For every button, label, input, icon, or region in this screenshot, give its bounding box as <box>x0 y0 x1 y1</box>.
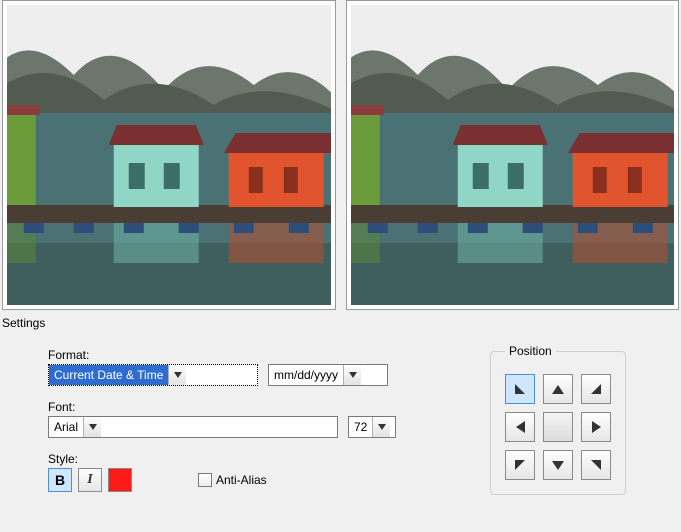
position-bottom-left[interactable] <box>505 450 535 480</box>
preview-right <box>346 0 680 310</box>
position-group: Position <box>490 344 626 495</box>
scene-image <box>351 5 675 305</box>
bold-button[interactable]: B <box>48 468 72 492</box>
format-label: Format: <box>48 348 448 362</box>
position-top-right[interactable] <box>581 374 611 404</box>
position-bottom-right[interactable] <box>581 450 611 480</box>
settings-legend: Settings <box>0 316 681 336</box>
corner-tr-icon <box>591 384 601 394</box>
arrow-right-icon <box>592 421 601 433</box>
font-family-combo[interactable]: Arial <box>48 416 338 438</box>
position-right[interactable] <box>581 412 611 442</box>
font-size-value: 72 <box>349 417 372 437</box>
anti-alias-label: Anti-Alias <box>216 473 267 487</box>
corner-bl-icon <box>515 460 525 470</box>
color-swatch[interactable] <box>108 468 132 492</box>
chevron-down-icon[interactable] <box>372 417 390 437</box>
arrow-left-icon <box>516 421 525 433</box>
position-top-left[interactable] <box>505 374 535 404</box>
chevron-down-icon[interactable] <box>83 417 101 437</box>
position-legend: Position <box>505 344 556 358</box>
format-pattern-value: mm/dd/yyyy <box>269 365 343 385</box>
corner-tl-icon <box>515 384 525 394</box>
anti-alias-checkbox[interactable] <box>198 473 212 487</box>
font-family-value: Arial <box>49 417 83 437</box>
format-pattern-combo[interactable]: mm/dd/yyyy <box>268 364 388 386</box>
position-left[interactable] <box>505 412 535 442</box>
style-label: Style: <box>48 452 448 466</box>
format-value: Current Date & Time <box>49 365 168 385</box>
preview-left <box>2 0 336 310</box>
arrow-down-icon <box>552 461 564 470</box>
chevron-down-icon[interactable] <box>168 365 186 385</box>
position-bottom[interactable] <box>543 450 573 480</box>
font-label: Font: <box>48 400 448 414</box>
arrow-up-icon <box>552 385 564 394</box>
position-top[interactable] <box>543 374 573 404</box>
format-combo[interactable]: Current Date & Time <box>48 364 258 386</box>
scene-image <box>7 5 331 305</box>
position-center[interactable] <box>543 412 573 442</box>
chevron-down-icon[interactable] <box>343 365 361 385</box>
font-size-combo[interactable]: 72 <box>348 416 396 438</box>
italic-button[interactable]: I <box>78 468 102 492</box>
corner-br-icon <box>591 460 601 470</box>
